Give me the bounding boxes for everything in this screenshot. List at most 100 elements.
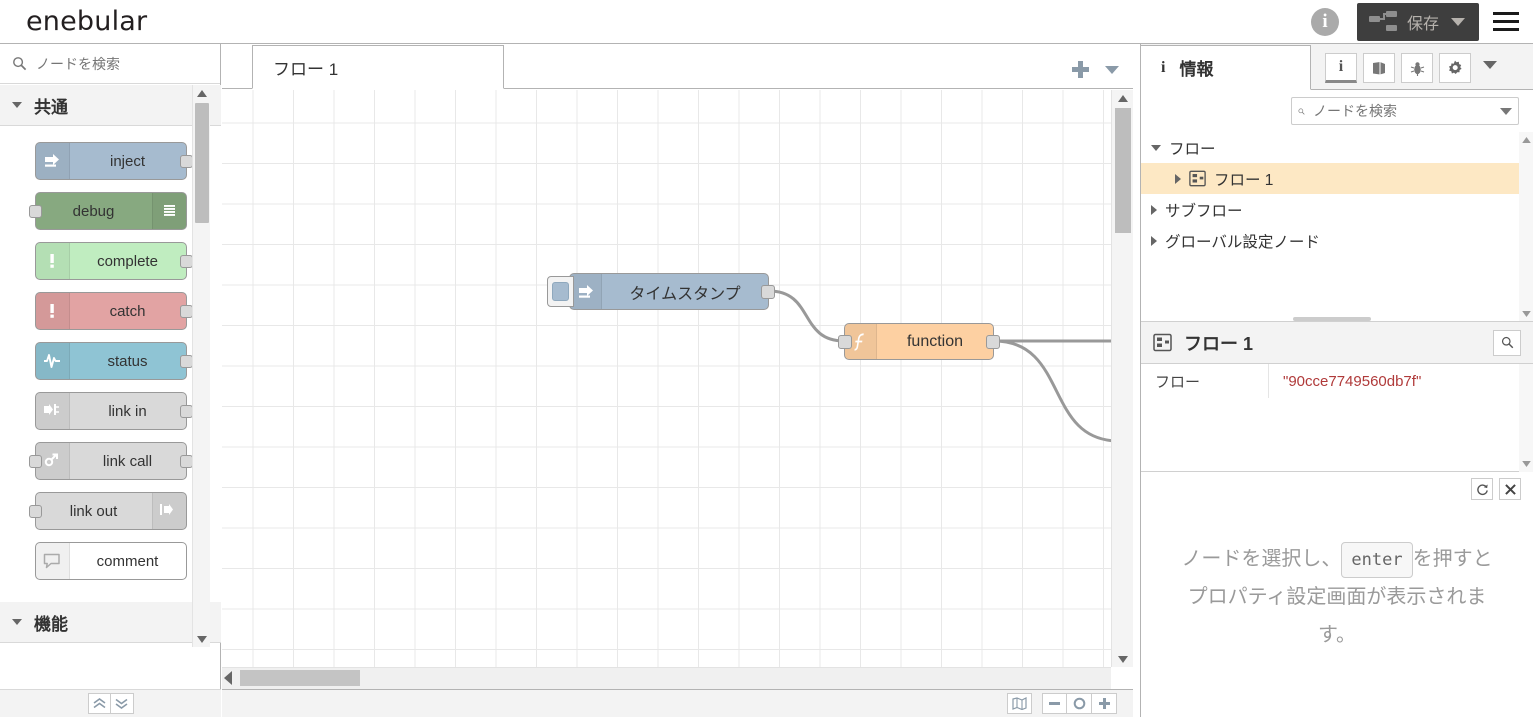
tree-item-1[interactable]: フロー 1 bbox=[1141, 163, 1533, 194]
info-i-icon: i bbox=[1161, 58, 1166, 76]
palette-node-icon-slot bbox=[35, 143, 70, 179]
main-menu-button[interactable] bbox=[1479, 0, 1533, 44]
flow-tab-menu-button[interactable] bbox=[1105, 65, 1119, 74]
node-input-port[interactable] bbox=[28, 205, 42, 218]
palette-node-complete[interactable]: complete bbox=[34, 242, 193, 280]
palette-category-common[interactable]: 共通 bbox=[0, 85, 221, 126]
palette-node-link-out[interactable]: link out bbox=[28, 492, 187, 530]
palette-node-icon-slot bbox=[35, 293, 70, 329]
canvas-hscroll-thumb[interactable] bbox=[240, 670, 360, 686]
chevron-right-icon[interactable] bbox=[1175, 173, 1181, 184]
scroll-up-icon[interactable] bbox=[1112, 90, 1133, 106]
palette-node-inject[interactable]: inject bbox=[34, 142, 193, 180]
function-f-icon bbox=[853, 332, 864, 351]
palette-scroll-thumb[interactable] bbox=[195, 103, 209, 223]
node-output-port[interactable] bbox=[179, 405, 193, 418]
canvas-vertical-scrollbar[interactable] bbox=[1111, 90, 1133, 667]
canvas-vscroll-thumb[interactable] bbox=[1115, 108, 1131, 233]
palette-scrollbar[interactable] bbox=[192, 85, 210, 647]
refresh-icon bbox=[1476, 483, 1488, 495]
navigator-toggle-button[interactable] bbox=[1007, 693, 1032, 714]
properties-close-button[interactable] bbox=[1499, 478, 1521, 500]
chevron-right-icon[interactable] bbox=[1151, 235, 1157, 246]
sidebar-search-input[interactable] bbox=[1311, 102, 1496, 120]
flow-tab-1[interactable]: フロー 1 bbox=[252, 45, 504, 89]
node-output-port[interactable] bbox=[179, 455, 193, 468]
node-input-port[interactable] bbox=[838, 335, 852, 349]
canvas-horizontal-scrollbar[interactable] bbox=[222, 667, 1111, 689]
sidebar-help-tab-button[interactable] bbox=[1363, 53, 1395, 83]
flow-sheet-icon bbox=[1189, 170, 1206, 187]
scroll-up-icon[interactable] bbox=[193, 85, 211, 101]
palette-node-status[interactable]: status bbox=[34, 342, 193, 380]
chevron-down-icon[interactable] bbox=[1151, 144, 1161, 151]
flow-node-timestamp[interactable]: タイムスタンプ bbox=[547, 273, 775, 310]
node-output-port[interactable] bbox=[761, 285, 775, 299]
chevron-down-icon[interactable] bbox=[1451, 17, 1465, 26]
map-navigator-icon bbox=[1012, 697, 1027, 710]
flow-node-label: function bbox=[906, 332, 964, 350]
collapse-all-button[interactable] bbox=[87, 693, 111, 714]
chevron-right-icon[interactable] bbox=[1151, 204, 1157, 215]
palette-node-label: comment bbox=[96, 552, 159, 570]
node-output-port[interactable] bbox=[179, 255, 193, 268]
tree-item-3[interactable]: グローバル設定ノード bbox=[1141, 225, 1533, 256]
palette-node-label: status bbox=[107, 352, 148, 370]
scroll-down-icon[interactable] bbox=[1519, 306, 1533, 321]
node-input-port[interactable] bbox=[28, 455, 42, 468]
node-output-port[interactable] bbox=[179, 155, 193, 168]
zoom-out-button[interactable] bbox=[1042, 693, 1067, 714]
inject-trigger-button[interactable] bbox=[547, 276, 574, 307]
node-input-port[interactable] bbox=[28, 505, 42, 518]
node-red-editor: enebular i 保存 ノードを検索 共通 inject debug com… bbox=[0, 0, 1533, 717]
tree-scrollbar[interactable] bbox=[1519, 132, 1533, 321]
chevron-down-icon[interactable] bbox=[1500, 107, 1512, 115]
wire-function-to-email[interactable] bbox=[993, 339, 1111, 442]
sidebar-debug-tab-button[interactable] bbox=[1401, 53, 1433, 83]
sidebar-more-tabs-button[interactable] bbox=[1483, 61, 1497, 69]
properties-refresh-button[interactable] bbox=[1471, 478, 1493, 500]
scroll-up-icon[interactable] bbox=[1519, 132, 1533, 148]
config-gear-icon bbox=[1449, 60, 1462, 74]
zoom-reset-button[interactable] bbox=[1067, 693, 1092, 714]
palette-node-link-call[interactable]: link call bbox=[28, 442, 193, 480]
palette-search-row bbox=[0, 44, 220, 84]
palette-search-input[interactable] bbox=[34, 54, 204, 73]
property-value: "90cce7749560db7f" bbox=[1269, 364, 1533, 398]
chevron-down-icon bbox=[12, 619, 22, 625]
zoom-in-button[interactable] bbox=[1092, 693, 1117, 714]
flow-node-function[interactable]: function bbox=[838, 323, 1000, 360]
palette-category-function[interactable]: 機能 bbox=[0, 602, 221, 643]
sidebar-info-tab-button[interactable]: i bbox=[1325, 53, 1357, 83]
scroll-down-icon[interactable] bbox=[1112, 651, 1133, 667]
properties-search-button[interactable] bbox=[1493, 329, 1521, 356]
palette-node-list: inject debug complete catch status link in… bbox=[0, 126, 221, 602]
palette-node-label: complete bbox=[97, 252, 158, 270]
flow-node-icon-slot bbox=[570, 274, 602, 309]
header-info-button[interactable]: i bbox=[1307, 4, 1343, 40]
palette-node-debug[interactable]: debug bbox=[28, 192, 187, 230]
palette-node-comment[interactable]: comment bbox=[34, 542, 187, 580]
deploy-button[interactable]: 保存 bbox=[1356, 2, 1479, 41]
tree-item-2[interactable]: サブフロー bbox=[1141, 194, 1533, 225]
wire-timestamp-to-function[interactable] bbox=[768, 289, 845, 343]
properties-scrollbar[interactable] bbox=[1519, 364, 1533, 472]
palette-node-catch[interactable]: catch bbox=[34, 292, 193, 330]
flow-canvas[interactable]: タイムスタンプfunctionmsg email bbox=[222, 90, 1133, 667]
scroll-down-icon[interactable] bbox=[1519, 456, 1533, 472]
add-flow-tab-button[interactable] bbox=[1072, 61, 1089, 78]
node-output-port[interactable] bbox=[986, 335, 1000, 349]
scroll-left-icon[interactable] bbox=[224, 671, 232, 685]
node-output-port[interactable] bbox=[179, 355, 193, 368]
node-output-port[interactable] bbox=[179, 305, 193, 318]
scroll-down-icon[interactable] bbox=[193, 631, 211, 647]
sidebar-search-box[interactable] bbox=[1291, 97, 1519, 125]
sidebar-resize-grip[interactable] bbox=[1293, 317, 1371, 321]
expand-all-button[interactable] bbox=[110, 693, 134, 714]
flow-tree-rows: フロー フロー 1 サブフロー グローバル設定ノード bbox=[1141, 132, 1533, 256]
palette-node-link-in[interactable]: link in bbox=[34, 392, 193, 430]
properties-body: フロー "90cce7749560db7f" bbox=[1141, 364, 1533, 472]
sidebar-tab-info[interactable]: i 情報 bbox=[1141, 45, 1311, 90]
sidebar-config-tab-button[interactable] bbox=[1439, 53, 1471, 83]
tree-item-0[interactable]: フロー bbox=[1141, 132, 1533, 163]
